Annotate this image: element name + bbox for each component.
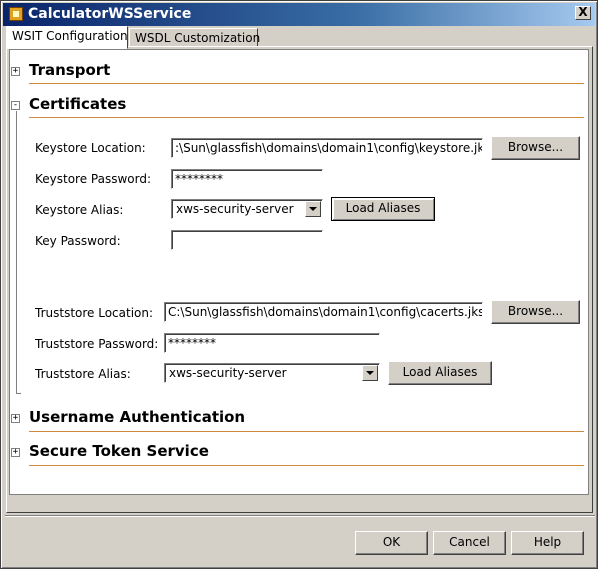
section-title-username-authentication[interactable]: Username Authentication [29,408,245,426]
ok-button[interactable]: OK [355,531,428,555]
help-button[interactable]: Help [511,531,584,555]
keystore-location-label: Keystore Location: [35,141,146,155]
keystore-password-field[interactable]: ******** [171,169,323,189]
tab-panel: + Transport - Certificates Keystore Loca… [6,46,593,513]
keystore-alias-value: xws-security-server [176,202,294,216]
keystore-alias-label: Keystore Alias: [35,203,124,217]
configuration-scroll-area: + Transport - Certificates Keystore Loca… [9,49,589,495]
title-bar[interactable]: CalculatorWSService X [3,3,595,26]
keystore-location-field[interactable]: :\Sun\glassfish\domains\domain1\config\k… [171,138,483,158]
tab-wsdl-customization[interactable]: WSDL Customization [129,28,261,48]
dialog-window: CalculatorWSService X WSIT Configuration… [0,0,598,569]
button-bar-separator [5,515,595,517]
tab-wsit-configuration[interactable]: WSIT Configuration [6,26,128,49]
tab-label: WSDL Customization [135,31,261,45]
keystore-password-label: Keystore Password: [35,172,152,186]
key-password-label: Key Password: [35,234,121,248]
tree-guide-line [16,393,21,394]
chevron-down-icon[interactable] [305,201,321,217]
section-divider [29,117,584,118]
app-icon [9,7,23,21]
close-button[interactable]: X [575,6,591,20]
section-divider [29,431,584,432]
section-title-certificates[interactable]: Certificates [29,95,126,113]
collapse-icon[interactable]: - [11,101,20,110]
truststore-alias-label: Truststore Alias: [35,367,131,381]
tree-guide-line [16,111,17,393]
truststore-alias-value: xws-security-server [169,366,287,380]
truststore-browse-button[interactable]: Browse... [491,300,580,324]
expand-icon[interactable]: + [11,448,20,457]
truststore-location-field[interactable]: C:\Sun\glassfish\domains\domain1\config\… [164,302,483,322]
keystore-alias-dropdown[interactable]: xws-security-server [171,199,323,219]
key-password-field[interactable] [171,230,323,250]
tab-label: WSIT Configuration [12,29,128,43]
keystore-browse-button[interactable]: Browse... [491,136,580,160]
chevron-down-icon[interactable] [362,365,378,381]
truststore-alias-dropdown[interactable]: xws-security-server [164,363,380,383]
section-title-secure-token-service[interactable]: Secure Token Service [29,442,209,460]
truststore-password-label: Truststore Password: [35,337,159,351]
keystore-load-aliases-button[interactable]: Load Aliases [331,197,435,221]
expand-icon[interactable]: + [11,67,20,76]
section-title-transport[interactable]: Transport [29,61,110,79]
truststore-location-label: Truststore Location: [35,306,154,320]
truststore-load-aliases-button[interactable]: Load Aliases [388,361,492,385]
section-divider [29,465,584,466]
truststore-password-field[interactable]: ******** [164,333,380,353]
window-title: CalculatorWSService [28,6,192,22]
expand-icon[interactable]: + [11,414,20,423]
cancel-button[interactable]: Cancel [433,531,506,555]
section-divider [29,83,584,84]
